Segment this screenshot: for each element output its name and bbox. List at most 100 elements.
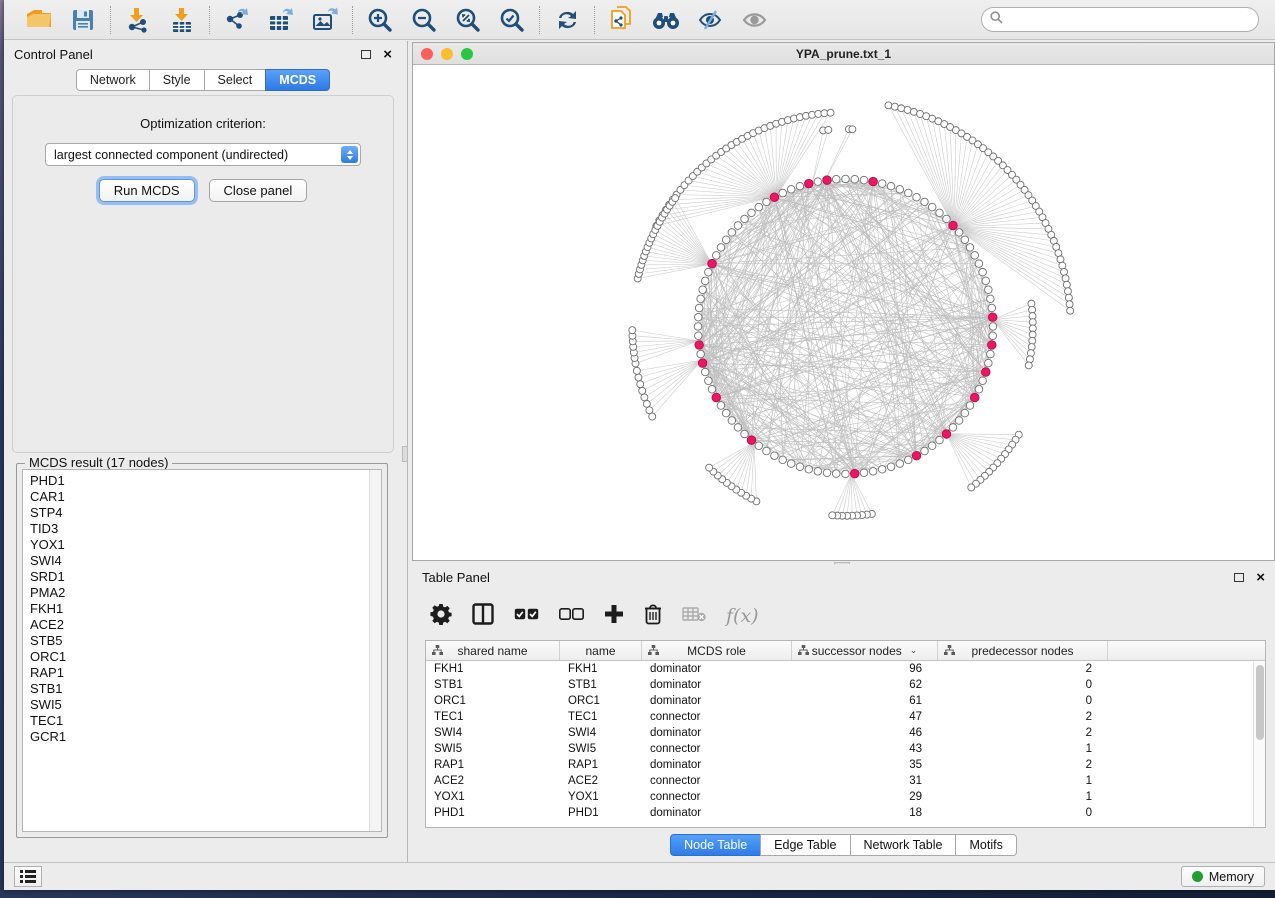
network-node[interactable] (701, 368, 709, 376)
zoom-in-button[interactable] (365, 5, 395, 35)
tab-mcds[interactable]: MCDS (265, 69, 330, 91)
network-node[interactable] (708, 385, 716, 393)
network-node[interactable] (842, 175, 850, 183)
table-row[interactable]: ACE2ACE2connector311 (426, 773, 1265, 789)
add-column-button[interactable] (604, 604, 624, 629)
network-node[interactable] (979, 377, 987, 385)
network-node[interactable] (1025, 362, 1032, 369)
mcds-node[interactable] (695, 341, 704, 350)
mcds-node[interactable] (770, 193, 779, 202)
network-node[interactable] (701, 277, 709, 285)
mcds-result-node[interactable]: YOX1 (30, 537, 381, 553)
tab-node-table[interactable]: Node Table (670, 834, 760, 856)
network-node[interactable] (1067, 307, 1074, 314)
network-node[interactable] (639, 387, 646, 394)
mcds-node[interactable] (850, 469, 859, 478)
mcds-result-node[interactable]: PMA2 (30, 585, 381, 601)
mcds-node[interactable] (970, 393, 979, 402)
network-node[interactable] (975, 260, 983, 268)
mcds-result-node[interactable]: SRD1 (30, 569, 381, 585)
duplicate-network-button[interactable] (607, 5, 637, 35)
show-columns-button[interactable] (472, 603, 494, 630)
network-node[interactable] (987, 350, 995, 358)
network-node[interactable] (955, 417, 963, 425)
network-node[interactable] (697, 350, 705, 358)
mcds-list-scrollbar[interactable] (369, 470, 381, 831)
network-node[interactable] (706, 464, 713, 471)
network-node[interactable] (842, 470, 850, 478)
network-node[interactable] (825, 126, 832, 133)
network-node[interactable] (779, 456, 787, 464)
memory-button[interactable]: Memory (1181, 866, 1265, 887)
close-table-panel-icon[interactable]: × (1256, 570, 1265, 585)
network-node[interactable] (961, 409, 969, 417)
network-node[interactable] (928, 442, 936, 450)
save-session-button[interactable] (68, 5, 98, 35)
network-node[interactable] (814, 468, 822, 476)
mcds-result-node[interactable]: RAP1 (30, 665, 381, 681)
network-node[interactable] (755, 442, 763, 450)
network-node[interactable] (741, 430, 749, 438)
mcds-node[interactable] (712, 393, 721, 402)
network-node[interactable] (699, 286, 707, 294)
network-node[interactable] (637, 381, 644, 388)
network-node[interactable] (878, 180, 886, 188)
network-node[interactable] (646, 407, 653, 414)
column-header-shared-name[interactable]: shared name (426, 641, 560, 660)
mcds-result-node[interactable]: ORC1 (30, 649, 381, 665)
task-history-button[interactable] (14, 866, 42, 887)
close-panel-button[interactable]: Close panel (209, 179, 308, 202)
zoom-selected-button[interactable] (497, 5, 527, 35)
network-node[interactable] (849, 126, 856, 133)
network-node[interactable] (898, 105, 905, 112)
network-node[interactable] (722, 236, 730, 244)
table-row[interactable]: YOX1YOX1connector291 (426, 789, 1265, 805)
network-node[interactable] (985, 286, 993, 294)
column-header-predecessor-nodes[interactable]: predecessor nodes (938, 641, 1108, 660)
network-node[interactable] (943, 215, 951, 223)
network-node[interactable] (968, 484, 975, 491)
network-node[interactable] (988, 304, 996, 312)
table-scrollbar-thumb[interactable] (1256, 665, 1264, 740)
float-table-panel-icon[interactable] (1234, 573, 1244, 582)
tab-network-table[interactable]: Network Table (850, 834, 956, 856)
network-node[interactable] (891, 103, 898, 110)
network-node[interactable] (961, 236, 969, 244)
tab-motifs[interactable]: Motifs (955, 834, 1016, 856)
tab-network[interactable]: Network (76, 69, 149, 91)
network-node[interactable] (748, 209, 756, 217)
network-node[interactable] (966, 402, 974, 410)
network-node[interactable] (971, 252, 979, 260)
mcds-result-node[interactable]: FKH1 (30, 601, 381, 617)
network-node[interactable] (966, 244, 974, 252)
export-network-button[interactable] (222, 5, 252, 35)
splitter-grip[interactable] (402, 446, 408, 462)
network-node[interactable] (936, 209, 944, 217)
network-node[interactable] (755, 203, 763, 211)
close-panel-icon[interactable]: × (383, 47, 392, 62)
mcds-node[interactable] (698, 359, 707, 368)
network-node[interactable] (1065, 294, 1072, 301)
import-table-button[interactable] (167, 5, 197, 35)
network-node[interactable] (633, 367, 640, 374)
run-mcds-button[interactable]: Run MCDS (99, 179, 195, 202)
network-node[interactable] (832, 175, 840, 183)
network-node[interactable] (635, 374, 642, 381)
mcds-result-node[interactable]: STP4 (30, 505, 381, 521)
float-panel-icon[interactable] (361, 50, 371, 59)
network-node[interactable] (728, 229, 736, 237)
network-node[interactable] (771, 452, 779, 460)
tab-edge-table[interactable]: Edge Table (760, 834, 849, 856)
network-node[interactable] (885, 102, 892, 109)
network-node[interactable] (921, 447, 929, 455)
column-header-name[interactable]: name (560, 641, 642, 660)
network-node[interactable] (913, 193, 921, 201)
network-node[interactable] (705, 377, 713, 385)
network-node[interactable] (949, 424, 957, 432)
mcds-result-node[interactable]: ACE2 (30, 617, 381, 633)
network-node[interactable] (779, 189, 787, 197)
network-node[interactable] (851, 175, 859, 183)
column-header-successor-nodes[interactable]: successor nodes⌄ (792, 641, 938, 660)
network-node[interactable] (823, 469, 831, 477)
mcds-node[interactable] (805, 179, 814, 188)
